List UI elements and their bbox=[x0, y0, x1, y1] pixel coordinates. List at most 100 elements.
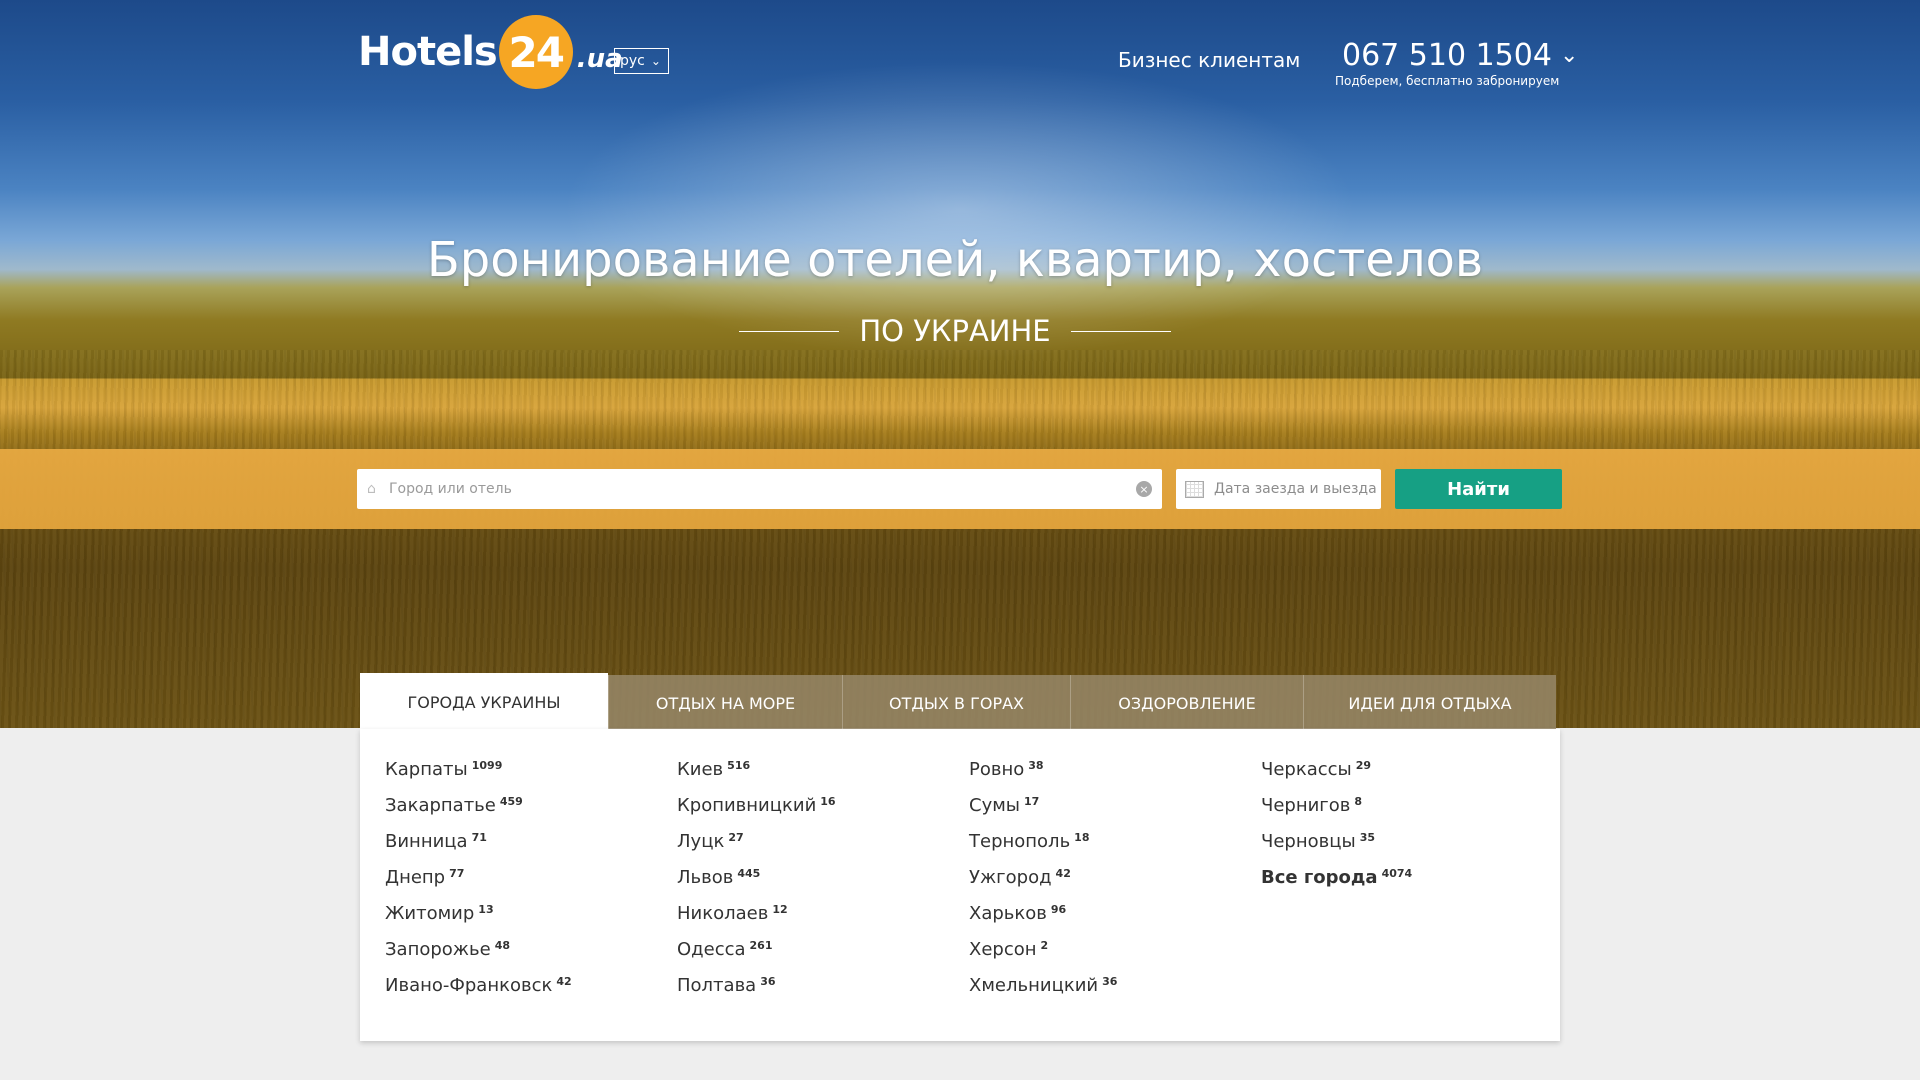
city-count: 48 bbox=[494, 939, 511, 952]
city-name: Одесса bbox=[677, 939, 746, 960]
city-count: 8 bbox=[1354, 795, 1363, 808]
city-count: 459 bbox=[499, 795, 523, 808]
language-label: рус bbox=[620, 53, 645, 69]
search-input[interactable]: ⌂ Город или отель × bbox=[357, 469, 1162, 509]
city-name: Сумы bbox=[969, 795, 1021, 816]
city-link[interactable]: Луцк 27 bbox=[677, 831, 836, 867]
city-link[interactable]: Харьков 96 bbox=[969, 903, 1117, 939]
city-count: 261 bbox=[749, 939, 773, 952]
city-count: 96 bbox=[1050, 903, 1067, 916]
city-name: Житомир bbox=[385, 903, 475, 924]
subtitle-text: ПО УКРАИНЕ bbox=[859, 314, 1051, 348]
city-link[interactable]: Николаев 12 bbox=[677, 903, 836, 939]
search-placeholder: Город или отель bbox=[389, 481, 512, 497]
city-link[interactable]: Кропивницкий 16 bbox=[677, 795, 836, 831]
city-name: Закарпатье bbox=[385, 795, 496, 816]
chevron-down-icon: ⌄ bbox=[650, 54, 661, 68]
city-count: 27 bbox=[728, 831, 744, 844]
logo[interactable]: Hotels 24 .ua bbox=[358, 14, 623, 90]
logo-text: Hotels bbox=[358, 29, 498, 75]
city-link[interactable]: Черновцы 35 bbox=[1261, 831, 1412, 867]
city-name: Ровно bbox=[969, 759, 1025, 780]
city-count: 445 bbox=[737, 867, 761, 880]
city-link[interactable]: Закарпатье 459 bbox=[385, 795, 572, 831]
logo-number: 24 bbox=[508, 27, 565, 77]
city-link[interactable]: Тернополь 18 bbox=[969, 831, 1117, 867]
cities-panel: Карпаты 1099 Закарпатье 459 Винница 71 Днеп… bbox=[360, 729, 1560, 1041]
city-count: 29 bbox=[1355, 759, 1372, 772]
page-title: Бронирование отелей, квартир, хостелов bbox=[426, 232, 1484, 288]
city-name: Ивано-Франковск bbox=[385, 975, 553, 996]
cities-column-4: Черкассы 29 Чернигов 8 Черновцы 35 Все горо… bbox=[1261, 759, 1412, 903]
city-link[interactable]: Полтава 36 bbox=[677, 975, 836, 1011]
city-count: 516 bbox=[727, 759, 751, 772]
city-link[interactable]: Херсон 2 bbox=[969, 939, 1117, 975]
city-name: Днепр bbox=[385, 867, 446, 888]
city-name: Харьков bbox=[969, 903, 1047, 924]
city-count: 18 bbox=[1074, 831, 1090, 844]
cities-column-1: Карпаты 1099 Закарпатье 459 Винница 71 Днеп… bbox=[385, 759, 572, 1011]
city-count: 2 bbox=[1040, 939, 1049, 952]
divider-left bbox=[739, 330, 840, 332]
city-link[interactable]: Запорожье 48 bbox=[385, 939, 572, 975]
language-select[interactable]: рус ⌄ bbox=[614, 48, 669, 74]
city-link[interactable]: Киев 516 bbox=[677, 759, 836, 795]
city-link[interactable]: Ивано-Франковск 42 bbox=[385, 975, 572, 1011]
tab-bar: ГОРОДА УКРАИНЫ ОТДЫХ НА МОРЕ ОТДЫХ В ГОР… bbox=[360, 673, 1556, 731]
city-link[interactable]: Хмельницкий 36 bbox=[969, 975, 1117, 1011]
home-icon: ⌂ bbox=[367, 481, 376, 497]
cities-column-2: Киев 516 Кропивницкий 16 Луцк 27 Львов 445 Н… bbox=[677, 759, 836, 1011]
tab-cities[interactable]: ГОРОДА УКРАИНЫ bbox=[360, 673, 608, 731]
city-name: Луцк bbox=[677, 831, 725, 852]
cities-column-3: Ровно 38 Сумы 17 Тернополь 18 Ужгород 42 Хар… bbox=[969, 759, 1117, 1011]
city-link[interactable]: Карпаты 1099 bbox=[385, 759, 572, 795]
city-link[interactable]: Ужгород 42 bbox=[969, 867, 1117, 903]
chevron-down-icon: ⌄ bbox=[1559, 43, 1579, 68]
hero-background bbox=[0, 0, 1920, 728]
tab-mountains[interactable]: ОТДЫХ В ГОРАХ bbox=[842, 675, 1070, 731]
city-count: 38 bbox=[1028, 759, 1044, 772]
city-count: 71 bbox=[471, 831, 487, 844]
tab-health[interactable]: ОЗДОРОВЛЕНИЕ bbox=[1070, 675, 1303, 731]
city-link[interactable]: Винница 71 bbox=[385, 831, 572, 867]
city-name: Львов bbox=[677, 867, 734, 888]
find-button[interactable]: Найти bbox=[1395, 469, 1562, 509]
city-link[interactable]: Житомир 13 bbox=[385, 903, 572, 939]
city-name: Черновцы bbox=[1261, 831, 1356, 852]
city-name: Киев bbox=[677, 759, 724, 780]
city-name: Кропивницкий bbox=[677, 795, 817, 816]
city-link[interactable]: Днепр 77 bbox=[385, 867, 572, 903]
city-count: 13 bbox=[478, 903, 494, 916]
city-count: 35 bbox=[1359, 831, 1376, 844]
tab-sea[interactable]: ОТДЫХ НА МОРЕ bbox=[608, 675, 842, 731]
date-placeholder: Дата заезда и выезда bbox=[1214, 481, 1377, 497]
city-link[interactable]: Одесса 261 bbox=[677, 939, 836, 975]
city-link[interactable]: Львов 445 bbox=[677, 867, 836, 903]
city-link[interactable]: Сумы 17 bbox=[969, 795, 1117, 831]
city-link[interactable]: Черкассы 29 bbox=[1261, 759, 1412, 795]
all-cities-link[interactable]: Все города 4074 bbox=[1261, 867, 1412, 903]
city-name: Хмельницкий bbox=[969, 975, 1099, 996]
city-name: Херсон bbox=[969, 939, 1037, 960]
city-count: 77 bbox=[449, 867, 465, 880]
calendar-icon bbox=[1185, 481, 1204, 498]
city-count: 16 bbox=[820, 795, 836, 808]
logo-circle: 24 bbox=[498, 15, 573, 89]
field-texture bbox=[0, 350, 1920, 728]
city-link[interactable]: Чернигов 8 bbox=[1261, 795, 1412, 831]
tab-ideas[interactable]: ИДЕИ ДЛЯ ОТДЫХА bbox=[1303, 675, 1556, 731]
city-link[interactable]: Ровно 38 bbox=[969, 759, 1117, 795]
phone-subtitle: Подберем, бесплатно забронируем bbox=[1335, 74, 1560, 88]
city-name: Все города bbox=[1261, 867, 1378, 888]
city-count: 4074 bbox=[1381, 867, 1413, 880]
divider-right bbox=[1070, 330, 1171, 332]
business-clients-link[interactable]: Бизнес клиентам bbox=[1118, 48, 1300, 72]
phone-dropdown[interactable]: 067 510 1504 ⌄ bbox=[1342, 38, 1578, 73]
city-count: 17 bbox=[1024, 795, 1040, 808]
city-name: Винница bbox=[385, 831, 468, 852]
city-count: 36 bbox=[760, 975, 776, 988]
city-name: Ужгород bbox=[969, 867, 1052, 888]
date-input[interactable]: Дата заезда и выезда bbox=[1176, 469, 1381, 509]
city-name: Полтава bbox=[677, 975, 757, 996]
clear-icon[interactable]: × bbox=[1136, 481, 1152, 497]
